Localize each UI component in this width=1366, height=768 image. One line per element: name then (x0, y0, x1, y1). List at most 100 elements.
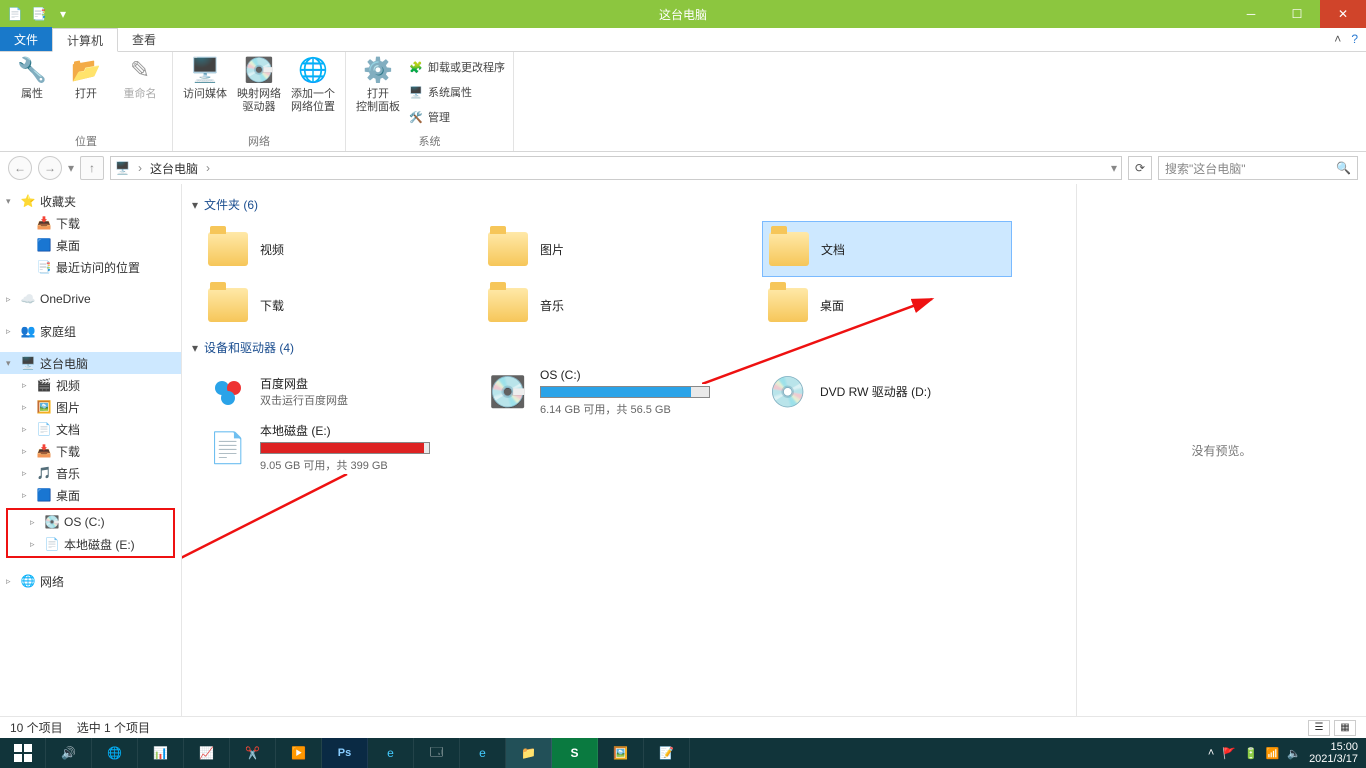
add-location-button[interactable]: 🌐添加一个 网络位置 (289, 54, 337, 114)
qat-icon-2[interactable]: 📑 (30, 5, 48, 23)
group-header-folders[interactable]: ▾文件夹 (6) (192, 196, 1066, 213)
group-system-label: 系统 (354, 131, 505, 151)
tray-battery-icon[interactable]: 🔋 (1244, 747, 1258, 760)
taskbar-app-1[interactable]: 🔊 (46, 738, 92, 768)
rename-button[interactable]: ✎重命名 (116, 54, 164, 101)
taskbar-app-player[interactable]: ▶️ (276, 738, 322, 768)
search-icon[interactable]: 🔍 (1336, 161, 1351, 175)
forward-button[interactable]: → (38, 156, 62, 180)
status-bar: 10 个项目 选中 1 个项目 ☰ ▦ (0, 716, 1366, 738)
map-drive-button[interactable]: 💽映射网络 驱动器 (235, 54, 283, 114)
view-details-button[interactable]: ☰ (1308, 720, 1330, 736)
qat-dropdown-icon[interactable]: ▾ (54, 5, 72, 23)
taskbar-app-browser[interactable]: 🌐 (92, 738, 138, 768)
taskbar-app-ie1[interactable]: e (368, 738, 414, 768)
folder-desktop[interactable]: 桌面 (762, 277, 1012, 333)
navigation-tree[interactable]: ▾⭐收藏夹 📥下载 🟦桌面 📑最近访问的位置 ▹☁️OneDrive ▹👥家庭组… (0, 184, 182, 716)
back-button[interactable]: ← (8, 156, 32, 180)
tree-recent[interactable]: 📑最近访问的位置 (0, 256, 181, 278)
uninstall-button[interactable]: 🧩卸载或更改程序 (408, 56, 505, 78)
up-button[interactable]: ↑ (80, 156, 104, 180)
taskbar-app-2[interactable]: 📊 (138, 738, 184, 768)
tree-downloads2[interactable]: ▹📥下载 (0, 440, 181, 462)
device-baidu[interactable]: 百度网盘双击运行百度网盘 (202, 364, 452, 420)
drive-e-fill (261, 443, 424, 453)
tree-desktop2[interactable]: ▹🟦桌面 (0, 484, 181, 506)
tab-computer[interactable]: 计算机 (52, 28, 118, 52)
tree-favorites[interactable]: ▾⭐收藏夹 (0, 190, 181, 212)
maximize-button[interactable]: ☐ (1274, 0, 1320, 28)
taskbar-app-photo[interactable]: 🖼️ (598, 738, 644, 768)
tree-network[interactable]: ▹🌐网络 (0, 570, 181, 592)
tray-flag-icon[interactable]: 🚩 (1222, 747, 1236, 760)
qat-icon-1[interactable]: 📄 (6, 5, 24, 23)
tree-os-c[interactable]: ▹💽OS (C:) (8, 511, 173, 533)
tree-homegroup[interactable]: ▹👥家庭组 (0, 320, 181, 342)
folder-videos[interactable]: 视频 (202, 221, 452, 277)
tree-desktop[interactable]: 🟦桌面 (0, 234, 181, 256)
taskbar-app-note[interactable]: 📝 (644, 738, 690, 768)
tree-documents[interactable]: ▹📄文档 (0, 418, 181, 440)
tray-volume-icon[interactable]: 🔈 (1287, 747, 1301, 760)
content-pane[interactable]: ▾文件夹 (6) 视频 图片 文档 下载 音乐 桌面 ▾设备和驱动器 (4) 百… (182, 184, 1076, 716)
title-bar: 📄 📑 ▾ 这台电脑 ─ ☐ ✕ (0, 0, 1366, 28)
minimize-button[interactable]: ─ (1228, 0, 1274, 28)
folder-pictures[interactable]: 图片 (482, 221, 732, 277)
group-header-devices[interactable]: ▾设备和驱动器 (4) (192, 339, 1066, 356)
manage-button[interactable]: 🛠️管理 (408, 106, 505, 128)
drive-icon: 💽 (486, 370, 530, 414)
baidu-icon (206, 370, 250, 414)
close-button[interactable]: ✕ (1320, 0, 1366, 28)
tab-file[interactable]: 文件 (0, 27, 52, 51)
group-location-label: 位置 (8, 131, 164, 151)
breadcrumb-root[interactable]: 这台电脑 (150, 160, 198, 177)
folder-documents[interactable]: 文档 (762, 221, 1012, 277)
preview-pane: 没有预览。 (1076, 184, 1366, 716)
window-title: 这台电脑 (659, 6, 707, 23)
preview-empty-label: 没有预览。 (1191, 442, 1251, 459)
search-box[interactable]: 搜索"这台电脑" 🔍 (1158, 156, 1358, 180)
ribbon-collapse-icon[interactable]: ˄ (1334, 32, 1341, 46)
tab-view[interactable]: 查看 (118, 27, 170, 51)
folder-music[interactable]: 音乐 (482, 277, 732, 333)
properties-button[interactable]: 🔧属性 (8, 54, 56, 101)
tree-local-e[interactable]: ▹📄本地磁盘 (E:) (8, 533, 173, 555)
start-button[interactable] (0, 738, 46, 768)
tray-clock[interactable]: 15:002021/3/17 (1309, 741, 1358, 765)
help-icon[interactable]: ? (1351, 32, 1358, 46)
tray-network-icon[interactable]: 📶 (1266, 747, 1280, 760)
navigation-row: ← → ▾ ↑ 🖥️ 这台电脑 ▾ ⟳ 搜索"这台电脑" 🔍 (0, 152, 1366, 184)
history-dropdown-icon[interactable]: ▾ (68, 161, 74, 175)
open-button[interactable]: 📂打开 (62, 54, 110, 101)
tree-pictures[interactable]: ▹🖼️图片 (0, 396, 181, 418)
tree-videos[interactable]: ▹🎬视频 (0, 374, 181, 396)
file-icon: 📄 (206, 426, 250, 470)
address-bar[interactable]: 🖥️ 这台电脑 ▾ (110, 156, 1122, 180)
tree-this-pc[interactable]: ▾🖥️这台电脑 (0, 352, 181, 374)
taskbar-app-window[interactable]: 🗔 (414, 738, 460, 768)
taskbar-app-wps[interactable]: S (552, 738, 598, 768)
taskbar-app-explorer[interactable]: 📁 (506, 738, 552, 768)
drive-os-c[interactable]: 💽 OS (C:)6.14 GB 可用，共 56.5 GB (482, 364, 732, 420)
taskbar-app-snip[interactable]: ✂️ (230, 738, 276, 768)
address-dropdown-icon[interactable]: ▾ (1111, 161, 1117, 175)
drive-local-e[interactable]: 📄 本地磁盘 (E:)9.05 GB 可用，共 399 GB (202, 420, 452, 476)
taskbar-app-ps[interactable]: Ps (322, 738, 368, 768)
annotation-red-box: ▹💽OS (C:) ▹📄本地磁盘 (E:) (6, 508, 175, 558)
taskbar[interactable]: 🔊 🌐 📊 📈 ✂️ ▶️ Ps e 🗔 e 📁 S 🖼️ 📝 ˄ 🚩 🔋 📶 … (0, 738, 1366, 768)
system-properties-button[interactable]: 🖥️系统属性 (408, 81, 505, 103)
tree-downloads[interactable]: 📥下载 (0, 212, 181, 234)
taskbar-app-ie2[interactable]: e (460, 738, 506, 768)
taskbar-app-3[interactable]: 📈 (184, 738, 230, 768)
tree-music[interactable]: ▹🎵音乐 (0, 462, 181, 484)
view-tiles-button[interactable]: ▦ (1334, 720, 1356, 736)
tree-onedrive[interactable]: ▹☁️OneDrive (0, 288, 181, 310)
folder-downloads[interactable]: 下载 (202, 277, 452, 333)
drive-dvd-d[interactable]: 💿 DVD RW 驱动器 (D:) (762, 364, 1012, 420)
control-panel-button[interactable]: ⚙️打开 控制面板 (354, 54, 402, 128)
tray-up-icon[interactable]: ˄ (1208, 747, 1214, 759)
access-media-button[interactable]: 🖥️访问媒体 (181, 54, 229, 114)
system-tray[interactable]: ˄ 🚩 🔋 📶 🔈 15:002021/3/17 (1200, 741, 1366, 765)
dvd-icon: 💿 (766, 370, 810, 414)
refresh-button[interactable]: ⟳ (1128, 156, 1152, 180)
